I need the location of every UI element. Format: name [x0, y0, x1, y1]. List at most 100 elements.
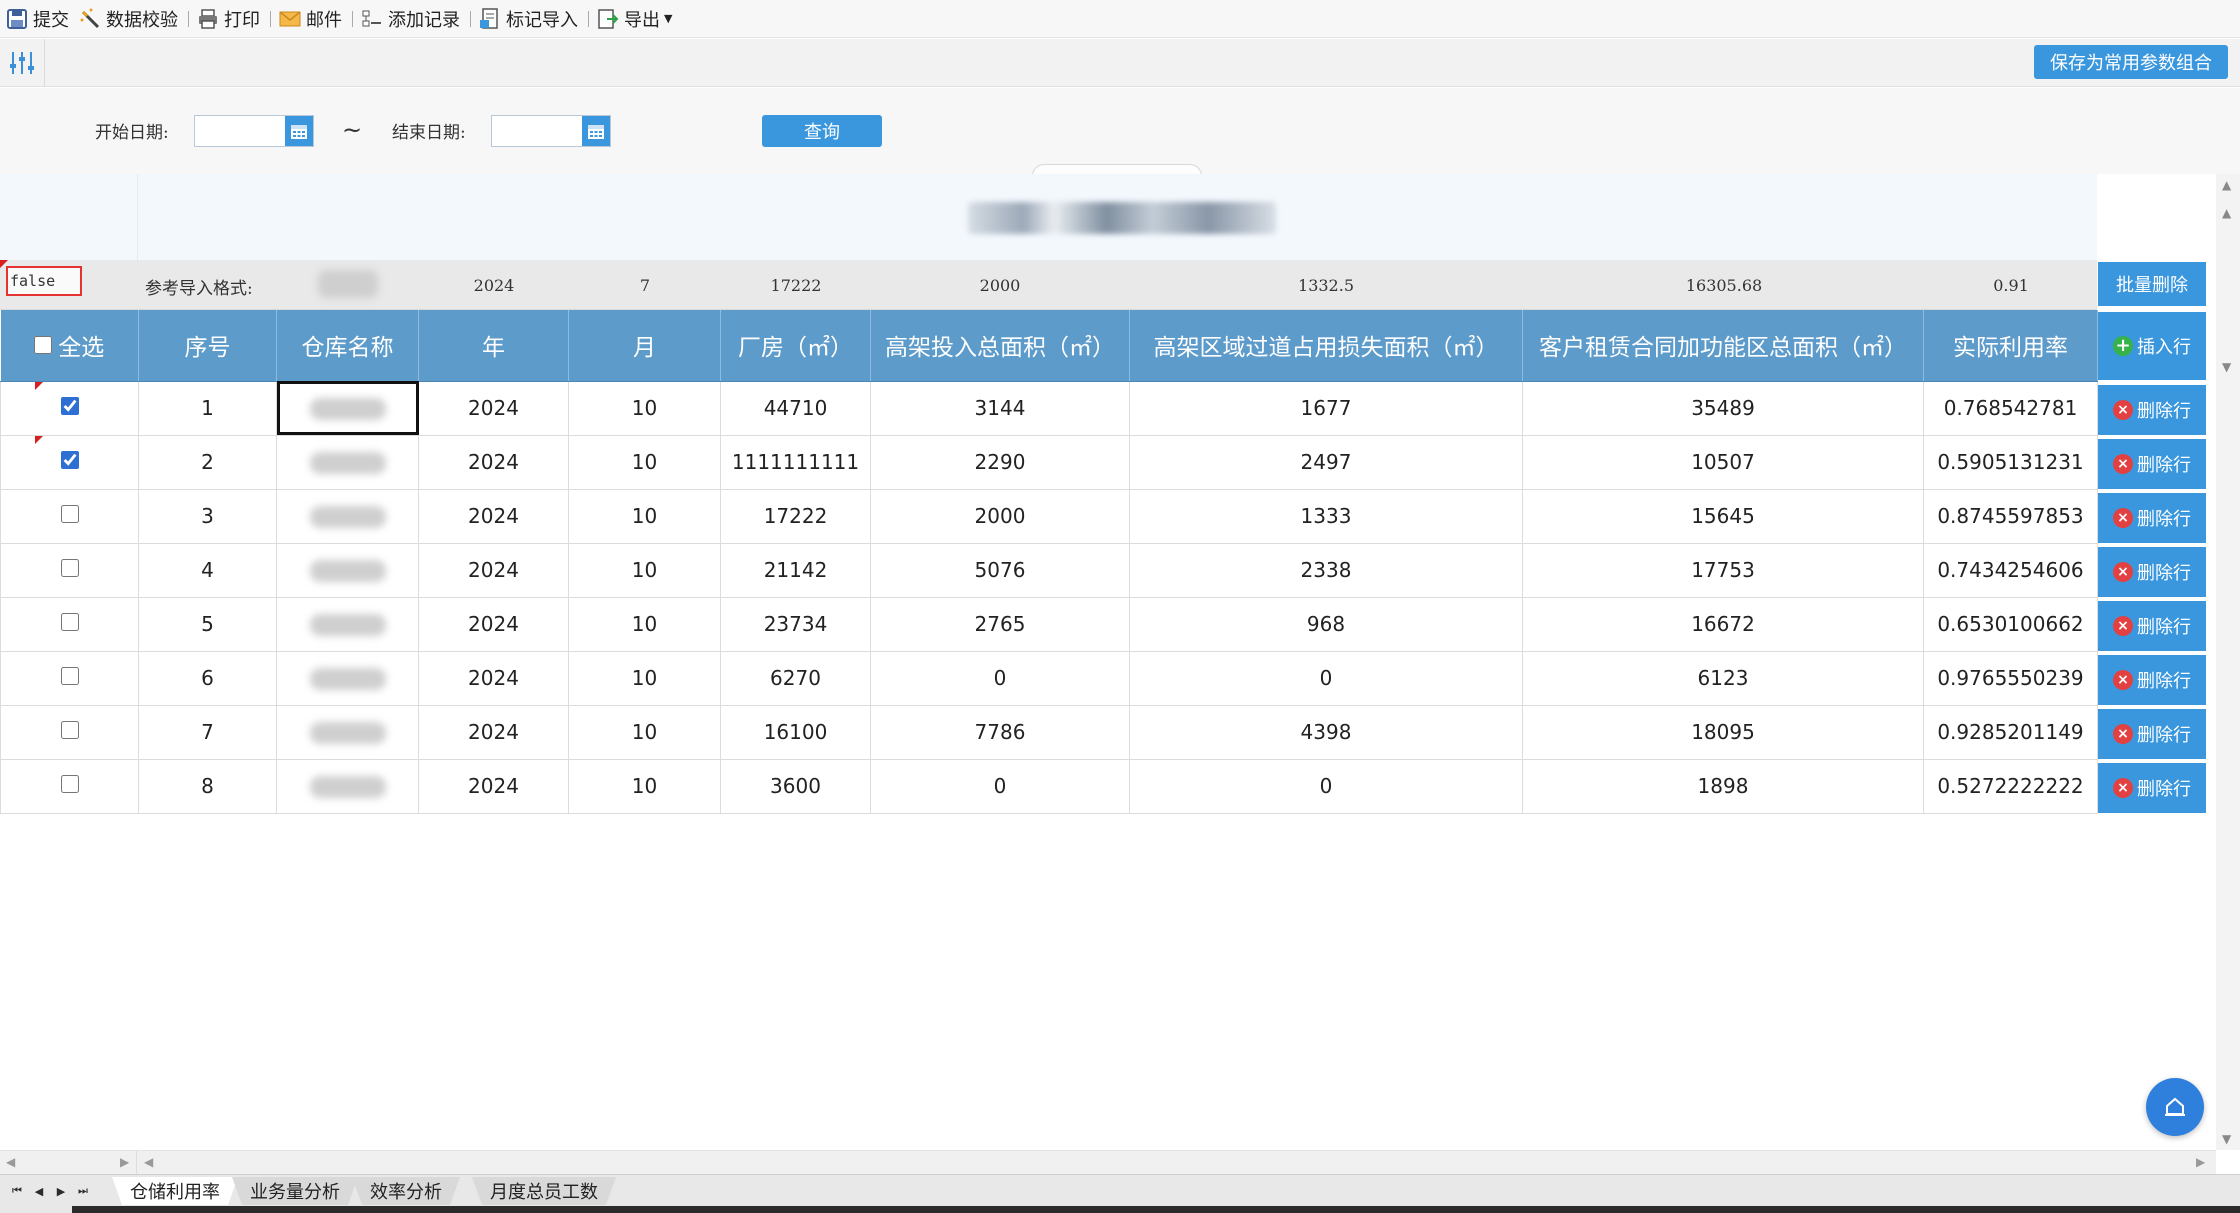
year-cell[interactable]: 2024: [418, 597, 569, 652]
factory-cell[interactable]: 1111111111: [720, 435, 871, 490]
assistant-float-button[interactable]: [2146, 1078, 2204, 1136]
insert-row-button[interactable]: + 插入行: [2098, 312, 2206, 380]
year-cell[interactable]: 2024: [418, 489, 569, 544]
month-cell[interactable]: 10: [568, 381, 721, 436]
seq-cell[interactable]: 7: [138, 705, 277, 760]
query-button[interactable]: 查询: [762, 115, 882, 147]
factory-cell[interactable]: 23734: [720, 597, 871, 652]
print-button[interactable]: 打印: [193, 4, 266, 34]
warehouse-name-cell[interactable]: [276, 543, 419, 598]
lease-cell[interactable]: 10507: [1522, 435, 1924, 490]
month-cell[interactable]: 10: [568, 543, 721, 598]
lease-cell[interactable]: 16672: [1522, 597, 1924, 652]
row-checkbox[interactable]: [60, 451, 79, 469]
highrack-cell[interactable]: 7786: [870, 705, 1130, 760]
scroll-down-icon[interactable]: ▼: [2222, 1132, 2231, 1146]
row-checkbox[interactable]: [60, 667, 79, 685]
month-cell[interactable]: 10: [568, 759, 721, 814]
last-sheet-icon[interactable]: ⏭: [74, 1182, 92, 1200]
sliders-icon[interactable]: [8, 49, 36, 77]
row-checkbox[interactable]: [60, 613, 79, 631]
next-sheet-icon[interactable]: ▶: [52, 1182, 70, 1200]
aisle-loss-cell[interactable]: 4398: [1129, 705, 1523, 760]
lease-cell[interactable]: 17753: [1522, 543, 1924, 598]
month-cell[interactable]: 10: [568, 651, 721, 706]
seq-cell[interactable]: 3: [138, 489, 277, 544]
col-header[interactable]: 月: [568, 310, 721, 382]
tab-monthly-staff[interactable]: 月度总员工数: [472, 1177, 616, 1205]
col-header[interactable]: 仓库名称: [276, 310, 419, 382]
start-date-input[interactable]: [194, 115, 314, 147]
scroll-right-icon[interactable]: ▶: [120, 1155, 129, 1169]
col-header[interactable]: 序号: [138, 310, 277, 382]
lease-cell[interactable]: 18095: [1522, 705, 1924, 760]
highrack-cell[interactable]: 2000: [870, 489, 1130, 544]
rate-cell[interactable]: 0.8745597853: [1923, 489, 2098, 544]
warehouse-name-cell[interactable]: [276, 489, 419, 544]
rate-cell[interactable]: 0.9765550239: [1923, 651, 2098, 706]
rate-cell[interactable]: 0.7434254606: [1923, 543, 2098, 598]
save-param-combo-button[interactable]: 保存为常用参数组合: [2034, 45, 2228, 79]
lease-cell[interactable]: 6123: [1522, 651, 1924, 706]
warehouse-name-cell[interactable]: [276, 381, 419, 436]
batch-delete-button[interactable]: 批量删除: [2098, 262, 2206, 306]
month-cell[interactable]: 10: [568, 597, 721, 652]
aisle-loss-cell[interactable]: 2497: [1129, 435, 1523, 490]
lease-cell[interactable]: 35489: [1522, 381, 1924, 436]
warehouse-name-cell[interactable]: [276, 759, 419, 814]
tab-efficiency[interactable]: 效率分析: [352, 1177, 460, 1205]
scroll-left-icon[interactable]: ◀: [144, 1155, 153, 1169]
warehouse-name-cell[interactable]: [276, 651, 419, 706]
col-header[interactable]: 高架区域过道占用损失面积（㎡）: [1129, 310, 1523, 382]
seq-cell[interactable]: 2: [138, 435, 277, 490]
delete-row-button[interactable]: × 删除行: [2098, 493, 2206, 543]
col-header[interactable]: 厂房（㎡）: [720, 310, 871, 382]
highrack-cell[interactable]: 3144: [870, 381, 1130, 436]
factory-cell[interactable]: 21142: [720, 543, 871, 598]
factory-cell[interactable]: 17222: [720, 489, 871, 544]
row-checkbox[interactable]: [60, 775, 79, 793]
prev-sheet-icon[interactable]: ◀: [30, 1182, 48, 1200]
row-checkbox[interactable]: [60, 721, 79, 739]
scroll-right-icon[interactable]: ▶: [2196, 1155, 2205, 1169]
col-header[interactable]: 年: [418, 310, 569, 382]
rate-cell[interactable]: 0.5272222222: [1923, 759, 2098, 814]
tab-storage-utilization[interactable]: 仓储利用率: [112, 1177, 238, 1205]
rate-cell[interactable]: 0.768542781: [1923, 381, 2098, 436]
month-cell[interactable]: 10: [568, 489, 721, 544]
delete-row-button[interactable]: × 删除行: [2098, 439, 2206, 489]
delete-row-button[interactable]: × 删除行: [2098, 763, 2206, 813]
rate-cell[interactable]: 0.5905131231: [1923, 435, 2098, 490]
submit-button[interactable]: 提交: [2, 4, 75, 34]
aisle-loss-cell[interactable]: 0: [1129, 759, 1523, 814]
factory-cell[interactable]: 16100: [720, 705, 871, 760]
delete-row-button[interactable]: × 删除行: [2098, 709, 2206, 759]
delete-row-button[interactable]: × 删除行: [2098, 385, 2206, 435]
vertical-scrollbar[interactable]: ▲ ▲ ▼ ▼: [2216, 174, 2240, 1150]
seq-cell[interactable]: 5: [138, 597, 277, 652]
month-cell[interactable]: 10: [568, 435, 721, 490]
export-button[interactable]: 导出 ▼: [593, 4, 678, 34]
scroll-up-icon[interactable]: ▲: [2222, 178, 2231, 192]
delete-row-button[interactable]: × 删除行: [2098, 547, 2206, 597]
end-date-input[interactable]: [491, 115, 611, 147]
lease-cell[interactable]: 1898: [1522, 759, 1924, 814]
highrack-cell[interactable]: 5076: [870, 543, 1130, 598]
horizontal-scrollbar[interactable]: ◀ ▶ ◀ ▶: [0, 1150, 2216, 1175]
flag-cell[interactable]: false: [6, 266, 82, 296]
delete-row-button[interactable]: × 删除行: [2098, 655, 2206, 705]
highrack-cell[interactable]: 0: [870, 651, 1130, 706]
tab-business-volume[interactable]: 业务量分析: [232, 1177, 358, 1205]
col-header[interactable]: 高架投入总面积（㎡）: [870, 310, 1130, 382]
col-header[interactable]: 实际利用率: [1923, 310, 2098, 382]
calendar-icon[interactable]: [285, 116, 313, 146]
year-cell[interactable]: 2024: [418, 651, 569, 706]
row-checkbox[interactable]: [60, 505, 79, 523]
scroll-left-icon[interactable]: ◀: [6, 1155, 15, 1169]
aisle-loss-cell[interactable]: 1677: [1129, 381, 1523, 436]
year-cell[interactable]: 2024: [418, 381, 569, 436]
calendar-icon[interactable]: [582, 116, 610, 146]
year-cell[interactable]: 2024: [418, 435, 569, 490]
highrack-cell[interactable]: 2290: [870, 435, 1130, 490]
col-header[interactable]: 客户租赁合同加功能区总面积（㎡）: [1522, 310, 1924, 382]
